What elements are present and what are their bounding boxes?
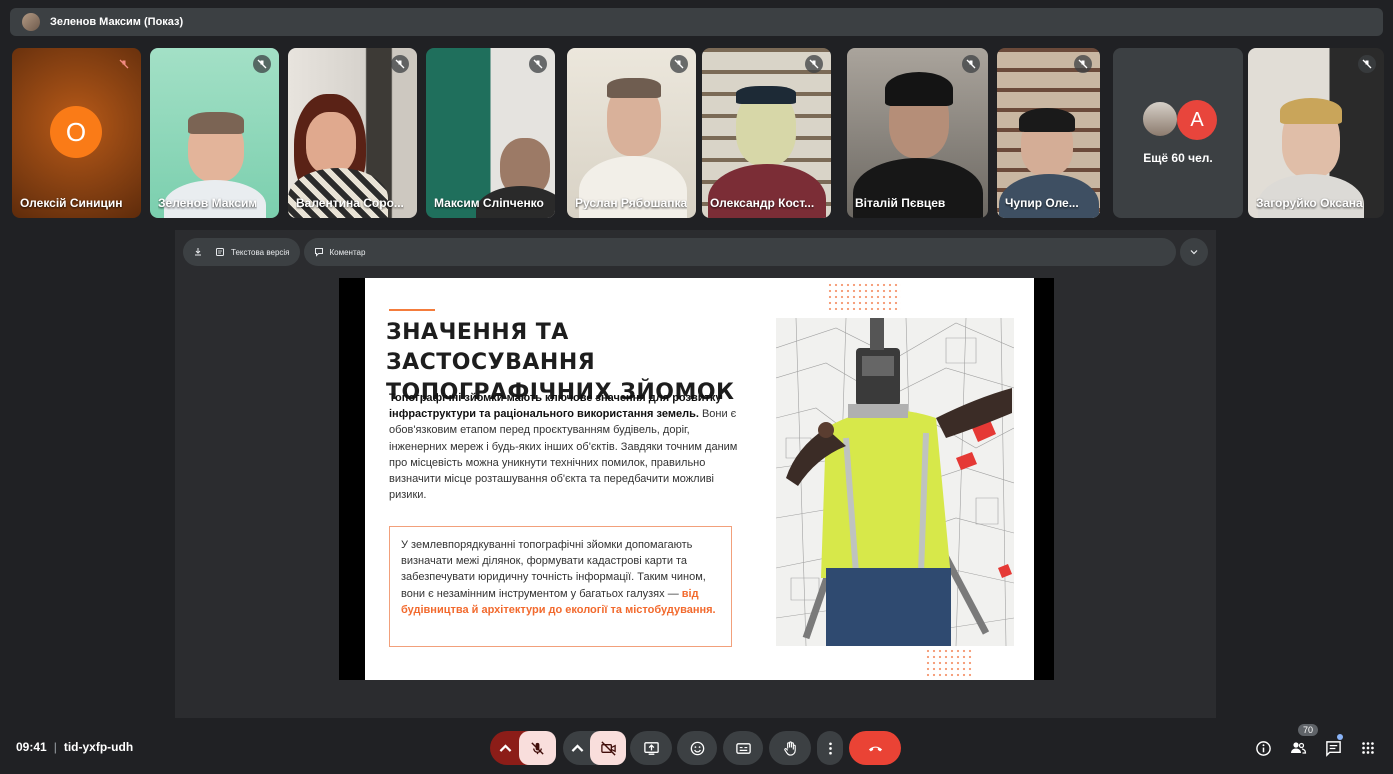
raise-hand-button[interactable]: [769, 731, 811, 765]
mic-off-icon: [670, 55, 688, 73]
people-icon: [1291, 742, 1307, 754]
captions-button[interactable]: [723, 731, 763, 765]
participant-name: Руслан Рябошапка: [575, 196, 688, 210]
camera-options-button[interactable]: [563, 731, 591, 765]
activities-button[interactable]: [1356, 736, 1380, 760]
camera-off-icon: [600, 740, 616, 756]
collapse-toolbar-button[interactable]: [1180, 238, 1208, 266]
participant-name: Олексій Синицин: [20, 196, 123, 210]
mic-off-icon: [1358, 55, 1376, 73]
mic-toggle-button[interactable]: [519, 731, 556, 765]
mic-off-icon: [962, 55, 980, 73]
chat-icon: [1325, 740, 1341, 757]
avatar: A: [1177, 100, 1217, 140]
mic-off-icon: [391, 55, 409, 73]
slide-paragraph-bold: Топографічні зйомки мають ключове значен…: [389, 392, 722, 421]
download-icon: [195, 248, 201, 256]
participant-name: Валентина Соро...: [296, 196, 404, 210]
callout-text: У землевпорядкуванні топографічні зйомки…: [401, 539, 706, 600]
participant-name: Зеленов Максим: [158, 196, 258, 210]
present-screen-icon: [643, 741, 659, 755]
participant-tile[interactable]: О Олексій Синицин: [12, 48, 141, 218]
slide-paragraph-text: Вони є обов'язковим етапом перед проєкту…: [389, 408, 738, 502]
info-icon: [1255, 740, 1271, 756]
mic-off-icon: [531, 741, 544, 755]
participant-name: Чупир Оле...: [1005, 196, 1079, 210]
avatar: О: [50, 106, 102, 158]
more-vert-icon: [828, 741, 832, 755]
apps-grid-icon: [1362, 742, 1374, 754]
text-version-icon: [216, 248, 224, 256]
presentation-stage: Текстова версія Коментар ЗНАЧЕННЯ ТА ЗАС…: [175, 230, 1216, 718]
mic-off-icon: [1074, 55, 1092, 73]
toolbar-group-left: Текстова версія: [183, 238, 300, 266]
slide-paragraph: Топографічні зйомки мають ключове значен…: [389, 390, 741, 503]
dot-pattern: [925, 648, 973, 678]
slide-frame: ЗНАЧЕННЯ ТА ЗАСТОСУВАННЯ ТОПОГРАФІЧНИХ З…: [339, 278, 1054, 680]
hand-icon: [783, 740, 796, 756]
participant-name: Максим Сліпченко: [434, 196, 544, 210]
chat-notification-dot: [1337, 734, 1343, 740]
accent-line: [389, 309, 435, 311]
participant-tile[interactable]: Зеленов Максим: [150, 48, 279, 218]
participant-count-badge: 70: [1298, 724, 1319, 736]
surveyor-photo: [776, 318, 1014, 646]
mic-off-icon: [253, 55, 271, 73]
camera-toggle-button[interactable]: [590, 731, 626, 765]
slide: ЗНАЧЕННЯ ТА ЗАСТОСУВАННЯ ТОПОГРАФІЧНИХ З…: [365, 278, 1034, 680]
captions-icon: [735, 742, 751, 754]
mic-off-icon: [115, 55, 133, 73]
more-options-button[interactable]: [817, 731, 843, 765]
people-button[interactable]: [1286, 736, 1310, 760]
avatar: [1141, 100, 1179, 138]
end-call-icon: [868, 746, 882, 751]
mic-options-button[interactable]: [490, 731, 520, 765]
emoji-icon: [690, 741, 704, 755]
reactions-button[interactable]: [677, 731, 717, 765]
more-participants-label: Ещё 60 чел.: [1143, 151, 1213, 165]
presentation-toolbar: Текстова версія Коментар: [183, 238, 1208, 266]
dot-pattern: [827, 282, 901, 310]
participant-tile[interactable]: Загоруйко Оксана: [1248, 48, 1384, 218]
chevron-down-icon: [1190, 250, 1198, 255]
participant-tile[interactable]: Чупир Оле...: [997, 48, 1100, 218]
toolbar-group-right: Коментар: [303, 238, 1176, 266]
chevron-up-icon: [571, 743, 583, 752]
participant-tile[interactable]: Максим Сліпченко: [426, 48, 555, 218]
more-participants-tile[interactable]: A Ещё 60 чел.: [1113, 48, 1243, 218]
comment-label: Коментар: [329, 247, 366, 257]
presenter-avatar: [22, 13, 40, 31]
text-version-label: Текстова версія: [231, 247, 290, 257]
participant-name: Олександр Кост...: [710, 196, 815, 210]
participant-tile[interactable]: Олександр Кост...: [702, 48, 831, 218]
mic-off-icon: [805, 55, 823, 73]
participant-name: Віталій Пєвцев: [855, 196, 946, 210]
presenter-title: Зеленов Максим (Показ): [50, 16, 184, 28]
mic-control-group: [490, 731, 556, 765]
comment-button[interactable]: Коментар: [314, 247, 366, 257]
download-button[interactable]: [193, 247, 203, 257]
call-controls: [0, 731, 1393, 765]
participant-tile[interactable]: Руслан Рябошапка: [567, 48, 696, 218]
present-button[interactable]: [630, 731, 672, 765]
mic-off-icon: [529, 55, 547, 73]
comment-icon: [314, 248, 323, 257]
end-call-button[interactable]: [849, 731, 901, 765]
camera-control-group: [563, 731, 626, 765]
participant-name: Загоруйко Оксана: [1256, 196, 1363, 210]
participant-tile[interactable]: Віталій Пєвцев: [847, 48, 988, 218]
participant-strip: О Олексій Синицин Зеленов Максим Валенти…: [12, 48, 1384, 218]
chevron-up-icon: [499, 743, 511, 752]
slide-callout-box: У землевпорядкуванні топографічні зйомки…: [389, 526, 732, 647]
meeting-details-button[interactable]: [1251, 736, 1275, 760]
text-version-button[interactable]: Текстова версія: [215, 247, 290, 257]
presenter-bar: Зеленов Максим (Показ): [10, 8, 1383, 36]
participant-tile[interactable]: Валентина Соро...: [288, 48, 417, 218]
